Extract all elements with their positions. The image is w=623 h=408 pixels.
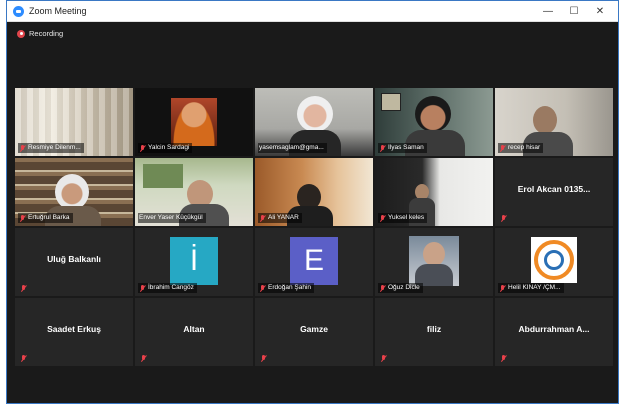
participant-name: Ali YANAR [258,213,302,223]
muted-mic-icon [20,285,26,292]
muted-mic-icon [500,215,506,222]
participant-tile[interactable]: Altan [135,298,253,366]
muted-mic-icon [499,144,505,152]
muted-mic-icon [19,214,25,222]
muted-mic-icon [379,284,385,292]
close-button[interactable]: ✕ [588,1,612,21]
participant-tile[interactable]: Yuksel keles [375,158,493,226]
window-title: Zoom Meeting [29,6,87,16]
participant-tile[interactable]: Resmiye Dilenm... [15,88,133,156]
participant-tile[interactable]: Uluğ Balkanlı [15,228,133,296]
recording-indicator[interactable]: Recording [17,29,63,38]
muted-mic-icon [380,355,386,362]
muted-mic-icon [139,144,145,152]
participant-name-center: Altan [183,324,205,334]
participant-name-center: Abdurrahman A... [518,324,590,334]
muted-mic-icon [19,144,25,152]
participant-tile[interactable]: İ İbrahim Cangöz [135,228,253,296]
participant-name: Oğuz Dicle [378,283,423,293]
participant-tile[interactable]: Erol Akcan 0135... [495,158,613,226]
maximize-button[interactable]: ☐ [562,1,586,21]
minimize-button[interactable]: — [536,1,560,21]
participant-name-center: Erol Akcan 0135... [517,184,591,194]
participant-name: Yuksel keles [378,213,428,223]
participant-name: Helil KINAY /ÇM... [498,283,564,293]
participant-tile-active-speaker[interactable]: yasemsaglam@gma... [255,88,373,156]
participant-tile[interactable]: filiz [375,298,493,366]
participant-tile[interactable]: E Erdoğan Şahin [255,228,373,296]
muted-mic-icon [139,284,145,292]
muted-mic-icon [259,214,265,222]
participant-tile[interactable]: Ertuğrul Barka [15,158,133,226]
muted-mic-icon [379,144,385,152]
muted-mic-icon [499,284,505,292]
participant-name: İbrahim Cangöz [138,283,197,293]
muted-mic-icon [20,355,26,362]
participant-name: Ertuğrul Barka [18,213,73,223]
zoom-window: Zoom Meeting — ☐ ✕ Recording Resmiye Dil… [6,0,619,404]
participant-name-center: Saadet Erkuş [47,324,101,334]
participant-name-center: Gamze [300,324,328,334]
muted-mic-icon [259,284,265,292]
recording-label: Recording [29,29,64,38]
participant-tile[interactable]: Gamze [255,298,373,366]
participant-tile[interactable]: Yalcin Sardagi [135,88,253,156]
title-bar: Zoom Meeting — ☐ ✕ [7,1,618,22]
record-icon [17,29,25,38]
participant-name-center: filiz [426,324,442,334]
participant-tile[interactable]: Ilyas Saman [375,88,493,156]
participant-name: Resmiye Dilenm... [18,143,84,153]
participant-name: Ilyas Saman [378,143,427,153]
participant-name: Yalcin Sardagi [138,143,193,153]
participant-tile[interactable]: Saadet Erkuş [15,298,133,366]
participant-tile[interactable]: Abdurrahman A... [495,298,613,366]
participant-name: Enver Yaser Küçükgül [138,213,206,223]
participant-name-center: Uluğ Balkanlı [47,254,101,264]
muted-mic-icon [260,355,266,362]
participant-name: recep hisar [498,143,544,153]
muted-mic-icon [140,355,146,362]
avatar [531,237,577,283]
participant-tile[interactable]: Helil KINAY /ÇM... [495,228,613,296]
participant-name: yasemsaglam@gma... [258,143,327,153]
avatar: İ [170,237,218,285]
avatar: E [290,237,338,285]
zoom-app-icon [13,5,24,17]
participant-name: Erdoğan Şahin [258,283,315,293]
gallery-grid: Resmiye Dilenm... Yalcin Sardagi yasemsa… [15,88,613,368]
muted-mic-icon [500,355,506,362]
participant-tile[interactable]: Enver Yaser Küçükgül [135,158,253,226]
participant-tile[interactable]: Oğuz Dicle [375,228,493,296]
participant-tile[interactable]: Ali YANAR [255,158,373,226]
muted-mic-icon [379,214,385,222]
participant-tile[interactable]: recep hisar [495,88,613,156]
